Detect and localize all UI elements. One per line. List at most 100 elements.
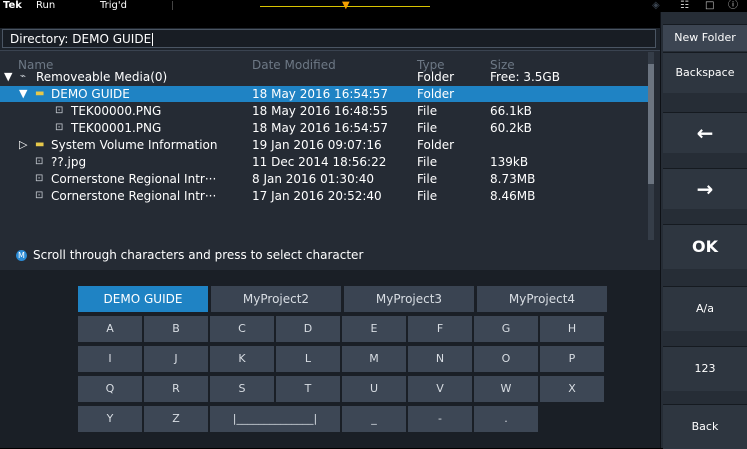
cell-size: 66.1kB xyxy=(490,104,532,118)
folder-icon: ▬ xyxy=(35,139,45,150)
char-key[interactable]: H xyxy=(540,316,604,342)
preset-name-button[interactable]: DEMO GUIDE xyxy=(78,286,208,312)
char-key[interactable]: I xyxy=(78,346,142,372)
new-folder-button[interactable]: New Folder xyxy=(663,24,747,51)
char-key[interactable]: _ xyxy=(342,406,406,432)
cell-date: 11 Dec 2014 18:56:22 xyxy=(252,155,387,169)
cell-size: 8.46MB xyxy=(490,189,536,203)
preset-name-button[interactable]: MyProject3 xyxy=(344,286,474,312)
expanded-icon[interactable]: ▼ xyxy=(4,69,12,85)
cell-type: Folder xyxy=(417,87,455,101)
file-row[interactable]: ⊡ TEK00001.PNG 18 May 2016 16:54:57 File 60.… xyxy=(0,120,648,136)
file-row[interactable]: ▼ ⌁ Removeable Media(0) Folder Free: 3.5GB xyxy=(0,69,648,85)
directory-label: Directory: DEMO GUIDE xyxy=(10,32,152,46)
expanded-icon[interactable]: ▼ xyxy=(19,86,27,102)
cell-type: File xyxy=(417,121,438,135)
image-icon: ⊡ xyxy=(35,190,44,201)
drive-icon: ⌁ xyxy=(20,71,27,82)
cell-size: Free: 3.5GB xyxy=(490,70,560,84)
collapsed-icon[interactable]: ▷ xyxy=(19,137,27,153)
char-key[interactable]: O xyxy=(474,346,538,372)
file-row[interactable]: ▼ ▬ DEMO GUIDE 18 May 2016 16:54:57 Folder xyxy=(0,86,648,102)
char-key[interactable]: S xyxy=(210,376,274,402)
char-key[interactable]: X xyxy=(540,376,604,402)
hint-line: M Scroll through characters and press to … xyxy=(16,248,363,262)
backspace-button[interactable]: Backspace xyxy=(663,52,747,93)
cell-size: 139kB xyxy=(490,155,529,169)
space-key[interactable]: |______________| xyxy=(210,406,340,432)
file-row[interactable]: ⊡ Cornerstone Regional Intr··· 17 Jan 2016… xyxy=(0,188,648,204)
status-bar: Tek Run Trig'd ▼ ◈ ☷ □ ⓘ xyxy=(0,0,747,12)
char-key[interactable]: Q xyxy=(78,376,142,402)
cell-date: 8 Jan 2016 01:30:40 xyxy=(252,172,375,186)
char-key[interactable]: . xyxy=(474,406,538,432)
char-key[interactable]: D xyxy=(276,316,340,342)
ok-button[interactable]: OK xyxy=(663,224,747,269)
trigger-position-icon: ▼ xyxy=(342,0,350,11)
virtual-keyboard: DEMO GUIDE MyProject2 MyProject3 MyProject4… xyxy=(0,270,660,448)
file-row[interactable]: ⊡ TEK00000.PNG 18 May 2016 16:48:55 File 66.… xyxy=(0,103,648,119)
char-key[interactable]: F xyxy=(408,316,472,342)
help-icon[interactable]: ⓘ xyxy=(728,0,738,12)
folder-icon: ▬ xyxy=(35,88,45,99)
tek-logo: Tek xyxy=(3,0,22,11)
char-key[interactable]: A xyxy=(78,316,142,342)
cell-size: 8.73MB xyxy=(490,172,536,186)
cell-type: File xyxy=(417,172,438,186)
file-row[interactable]: ⊡ ??.jpg 11 Dec 2014 18:56:22 File 139kB xyxy=(0,154,648,170)
multipurpose-knob-icon: M xyxy=(16,250,27,261)
cell-date: 18 May 2016 16:54:57 xyxy=(252,87,388,101)
char-key[interactable]: R xyxy=(144,376,208,402)
char-key[interactable]: Z xyxy=(144,406,208,432)
cell-date: 18 May 2016 16:48:55 xyxy=(252,104,388,118)
directory-field[interactable]: Directory: DEMO GUIDE xyxy=(2,29,656,48)
char-key[interactable]: K xyxy=(210,346,274,372)
directory-bar: Directory: DEMO GUIDE xyxy=(0,28,660,51)
screenshot-icon[interactable]: □ xyxy=(705,0,714,12)
preset-name-button[interactable]: MyProject4 xyxy=(477,286,607,312)
network-icon[interactable]: ☷ xyxy=(680,0,689,12)
char-key[interactable]: B xyxy=(144,316,208,342)
cell-type: File xyxy=(417,189,438,203)
image-icon: ⊡ xyxy=(35,173,44,184)
char-key[interactable]: E xyxy=(342,316,406,342)
char-key[interactable]: C xyxy=(210,316,274,342)
wifi-icon: ◈ xyxy=(652,0,660,11)
cell-name: Cornerstone Regional Intr··· xyxy=(51,189,217,203)
cell-name: TEK00000.PNG xyxy=(71,104,162,118)
char-key[interactable]: J xyxy=(144,346,208,372)
char-key[interactable]: W xyxy=(474,376,538,402)
case-toggle-button[interactable]: A/a xyxy=(663,286,747,331)
char-key[interactable]: Y xyxy=(78,406,142,432)
back-button[interactable]: Back xyxy=(663,404,747,449)
left-arrow-button[interactable]: ← xyxy=(663,112,747,153)
cell-name: Cornerstone Regional Intr··· xyxy=(51,172,217,186)
char-key[interactable]: G xyxy=(474,316,538,342)
cell-type: Folder xyxy=(417,70,455,84)
char-key[interactable]: P xyxy=(540,346,604,372)
char-key[interactable]: T xyxy=(276,376,340,402)
char-key[interactable]: M xyxy=(342,346,406,372)
cell-date: 18 May 2016 16:54:57 xyxy=(252,121,388,135)
cell-name: ??.jpg xyxy=(51,155,87,169)
char-key[interactable]: - xyxy=(408,406,472,432)
file-row[interactable]: ▷ ▬ System Volume Information 19 Jan 2016 0… xyxy=(0,137,648,153)
cell-type: File xyxy=(417,155,438,169)
cell-name: TEK00001.PNG xyxy=(71,121,162,135)
right-arrow-button[interactable]: → xyxy=(663,168,747,209)
text-caret xyxy=(152,33,154,46)
file-row[interactable]: ⊡ Cornerstone Regional Intr··· 8 Jan 2016 … xyxy=(0,171,648,187)
char-key[interactable]: L xyxy=(276,346,340,372)
cell-type: Folder xyxy=(417,138,455,152)
preset-name-button[interactable]: MyProject2 xyxy=(211,286,341,312)
trigger-state: Trig'd xyxy=(100,0,127,11)
char-key[interactable]: V xyxy=(408,376,472,402)
char-key[interactable]: N xyxy=(408,346,472,372)
char-key[interactable]: U xyxy=(342,376,406,402)
cell-date: 17 Jan 2016 20:52:40 xyxy=(252,189,382,203)
run-state[interactable]: Run xyxy=(36,0,55,12)
numeric-button[interactable]: 123 xyxy=(663,346,747,391)
cell-date: 19 Jan 2016 09:07:16 xyxy=(252,138,382,152)
hint-text: Scroll through characters and press to s… xyxy=(33,248,364,262)
image-icon: ⊡ xyxy=(55,122,64,133)
